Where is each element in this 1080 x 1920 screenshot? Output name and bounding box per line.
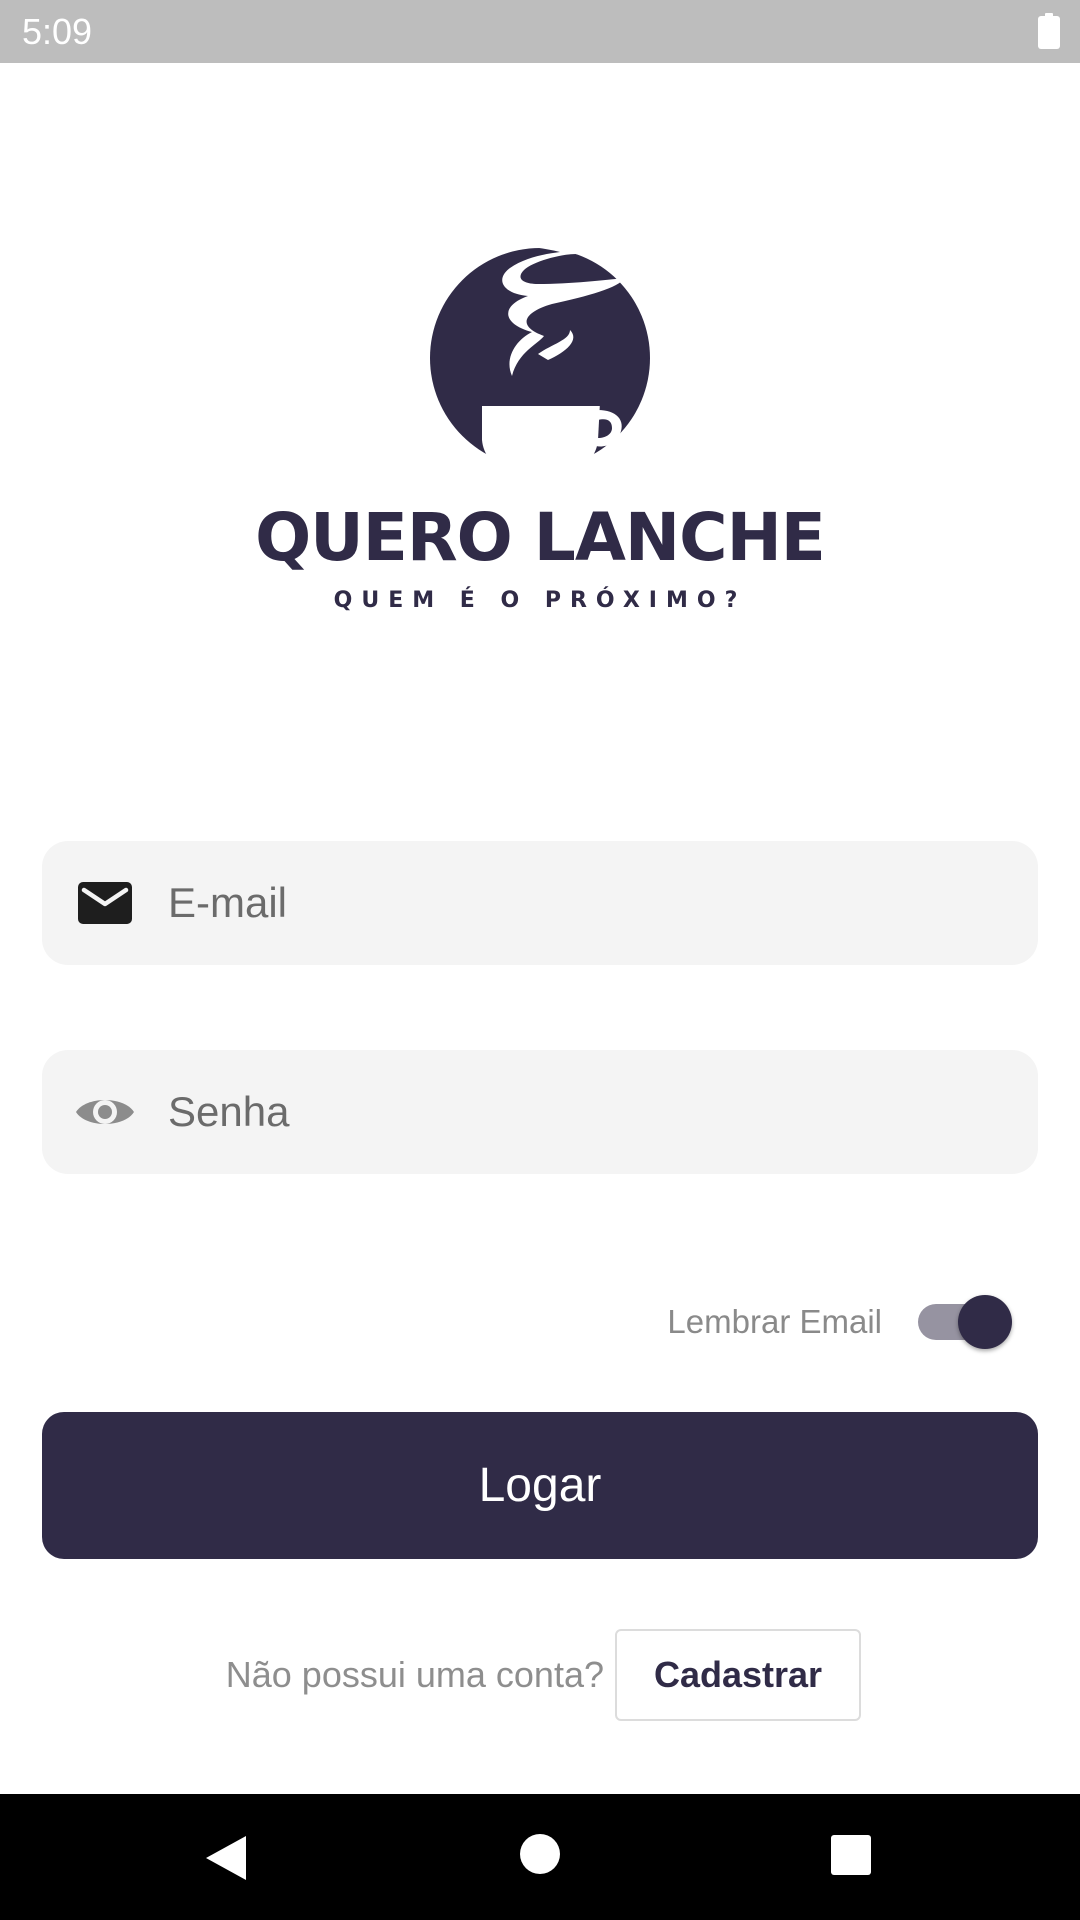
- recents-square-icon[interactable]: [831, 1835, 871, 1875]
- signup-button[interactable]: Cadastrar: [615, 1629, 861, 1721]
- signup-question: Não possui uma conta?: [225, 1654, 604, 1695]
- password-input[interactable]: [168, 1050, 1008, 1174]
- status-bar: 5:09: [0, 0, 1080, 63]
- status-time: 5:09: [22, 11, 93, 52]
- brand-name: QUERO LANCHE: [255, 499, 826, 576]
- eye-icon[interactable]: [74, 1081, 136, 1143]
- remember-email-toggle[interactable]: [916, 1294, 1012, 1350]
- home-circle-icon[interactable]: [520, 1834, 560, 1874]
- back-triangle-icon[interactable]: [204, 1834, 248, 1882]
- password-field[interactable]: [42, 1050, 1038, 1174]
- mail-icon: [78, 882, 132, 924]
- toggle-thumb: [958, 1295, 1012, 1349]
- remember-email-label: Lembrar Email: [667, 1303, 882, 1340]
- email-input[interactable]: [168, 841, 1008, 965]
- navigation-bar: [0, 1794, 1080, 1920]
- login-screen: 5:09 QUERO LANCHE QUEM É O PRÓXIMO? E-ma…: [0, 0, 1080, 1920]
- app-logo: QUERO LANCHE QUEM É O PRÓXIMO?: [0, 240, 1080, 620]
- battery-icon: [1038, 13, 1060, 49]
- email-field[interactable]: [42, 841, 1038, 965]
- login-button[interactable]: Logar: [42, 1412, 1038, 1559]
- brand-tagline: QUEM É O PRÓXIMO?: [333, 588, 747, 613]
- coffee-cup-logo-icon: [430, 241, 650, 478]
